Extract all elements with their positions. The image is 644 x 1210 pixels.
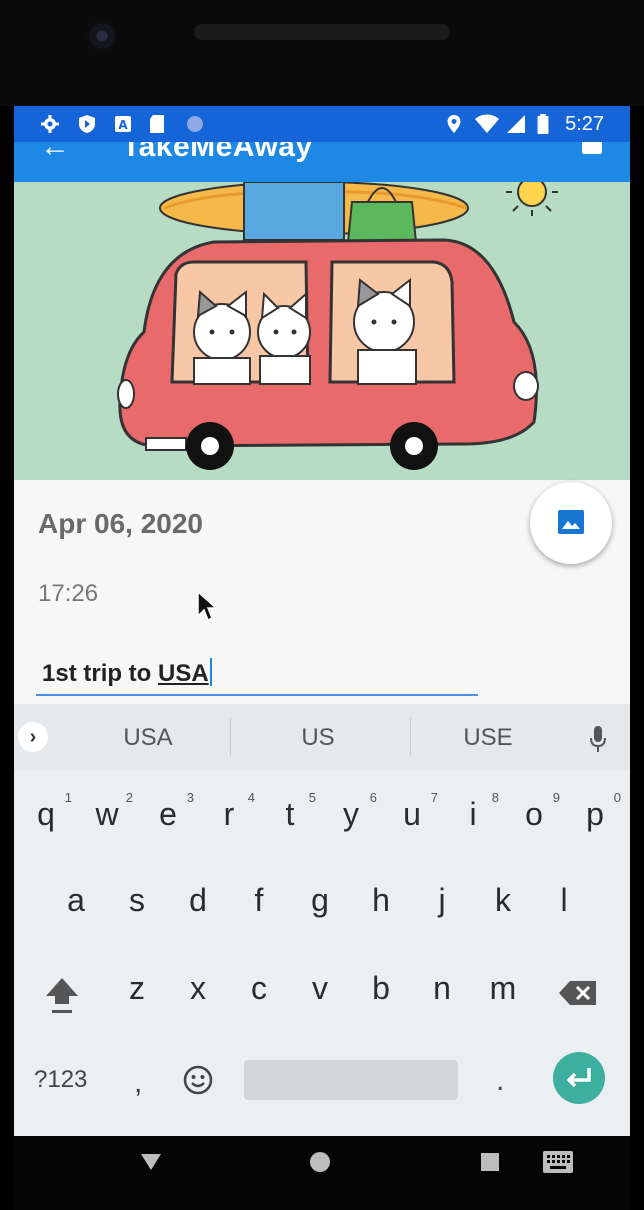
key-d[interactable]: d <box>168 884 228 924</box>
key-q[interactable]: q1 <box>16 790 76 838</box>
period-key[interactable]: . <box>496 1064 504 1098</box>
key-w[interactable]: w2 <box>77 790 137 838</box>
key-o[interactable]: o9 <box>504 790 564 838</box>
text-caret <box>209 658 212 686</box>
svg-text:A: A <box>118 118 128 132</box>
cat-passenger-2 <box>257 291 311 385</box>
emoji-icon[interactable] <box>182 1064 214 1096</box>
a-icon: A <box>115 116 131 132</box>
note-input[interactable]: 1st trip to USA <box>42 658 212 688</box>
soft-keyboard: › USA US USE q1 w2 e3 r4 t5 y6 u7 i8 o9 … <box>14 704 630 1136</box>
save-icon[interactable] <box>582 142 602 154</box>
front-camera <box>86 20 118 52</box>
image-icon <box>558 510 584 534</box>
status-bar: A 5:27 <box>14 106 630 142</box>
key-u[interactable]: u7 <box>382 790 442 838</box>
key-s[interactable]: s <box>107 884 167 924</box>
key-j[interactable]: j <box>412 884 472 924</box>
entry-time[interactable]: 17:26 <box>38 580 98 608</box>
wifi-icon <box>475 114 499 133</box>
key-r[interactable]: r4 <box>199 790 259 838</box>
key-f[interactable]: f <box>229 884 289 924</box>
key-y[interactable]: y6 <box>321 790 381 838</box>
suggestion-2[interactable]: US <box>228 724 408 752</box>
app-title: TakeMeAway <box>122 142 313 163</box>
home-circle-icon[interactable] <box>308 1150 332 1174</box>
chevron-right-icon[interactable]: › <box>18 722 48 752</box>
key-a[interactable]: a <box>46 884 106 924</box>
key-m[interactable]: m <box>473 972 533 1012</box>
mouse-pointer-icon <box>197 590 218 622</box>
cat-passenger-1 <box>193 289 251 385</box>
suggestion-strip: › USA US USE <box>14 704 630 770</box>
phone-screen: A 5:27 ← TakeMeAway Apr 06, 2020 17:26 1… <box>14 106 630 1136</box>
sun-icon <box>506 182 558 216</box>
symbols-key[interactable]: ?123 <box>34 1066 87 1094</box>
key-p[interactable]: p0 <box>565 790 625 838</box>
car-illustration <box>117 182 558 470</box>
note-input-underline <box>36 694 478 696</box>
signal-icon <box>507 115 525 133</box>
trip-cover-image <box>14 182 630 480</box>
location-icon <box>447 115 461 133</box>
earpiece-speaker <box>194 24 450 40</box>
comma-key[interactable]: , <box>134 1066 142 1100</box>
status-time: 5:27 <box>565 113 604 135</box>
space-bar[interactable] <box>244 1060 458 1100</box>
backspace-icon[interactable] <box>558 980 598 1006</box>
phone-bezel-top <box>0 0 644 106</box>
circle-icon <box>187 116 203 132</box>
suggestion-1[interactable]: USA <box>58 724 238 752</box>
enter-key[interactable] <box>553 1052 605 1104</box>
key-e[interactable]: e3 <box>138 790 198 838</box>
key-c[interactable]: c <box>229 972 289 1012</box>
recents-square-icon[interactable] <box>480 1152 500 1172</box>
app-bar: ← TakeMeAway <box>14 142 630 182</box>
key-g[interactable]: g <box>290 884 350 924</box>
shield-icon <box>79 115 95 133</box>
shift-icon[interactable] <box>40 972 84 1014</box>
enter-arrow-icon <box>566 1068 591 1088</box>
keyboard-switch-icon[interactable] <box>542 1150 574 1174</box>
key-v[interactable]: v <box>290 972 350 1012</box>
microphone-icon[interactable] <box>588 724 608 754</box>
arrow-back-icon[interactable]: ← <box>40 142 70 164</box>
sd-card-icon <box>150 115 164 133</box>
battery-icon <box>537 114 549 134</box>
key-i[interactable]: i8 <box>443 790 503 838</box>
note-text: 1st trip to <box>42 660 159 687</box>
key-b[interactable]: b <box>351 972 411 1012</box>
note-composing-word: USA <box>158 660 209 687</box>
choose-image-button[interactable] <box>530 482 612 564</box>
key-n[interactable]: n <box>412 972 472 1012</box>
settings-icon <box>41 115 59 133</box>
key-t[interactable]: t5 <box>260 790 320 838</box>
navigation-bar <box>14 1136 630 1210</box>
key-z[interactable]: z <box>107 972 167 1012</box>
key-h[interactable]: h <box>351 884 411 924</box>
key-x[interactable]: x <box>168 972 228 1012</box>
key-k[interactable]: k <box>473 884 533 924</box>
suggestion-3[interactable]: USE <box>398 724 578 752</box>
back-triangle-icon[interactable] <box>140 1152 162 1172</box>
entry-date[interactable]: Apr 06, 2020 <box>38 508 203 540</box>
key-l[interactable]: l <box>534 884 594 924</box>
cat-driver <box>353 277 417 385</box>
